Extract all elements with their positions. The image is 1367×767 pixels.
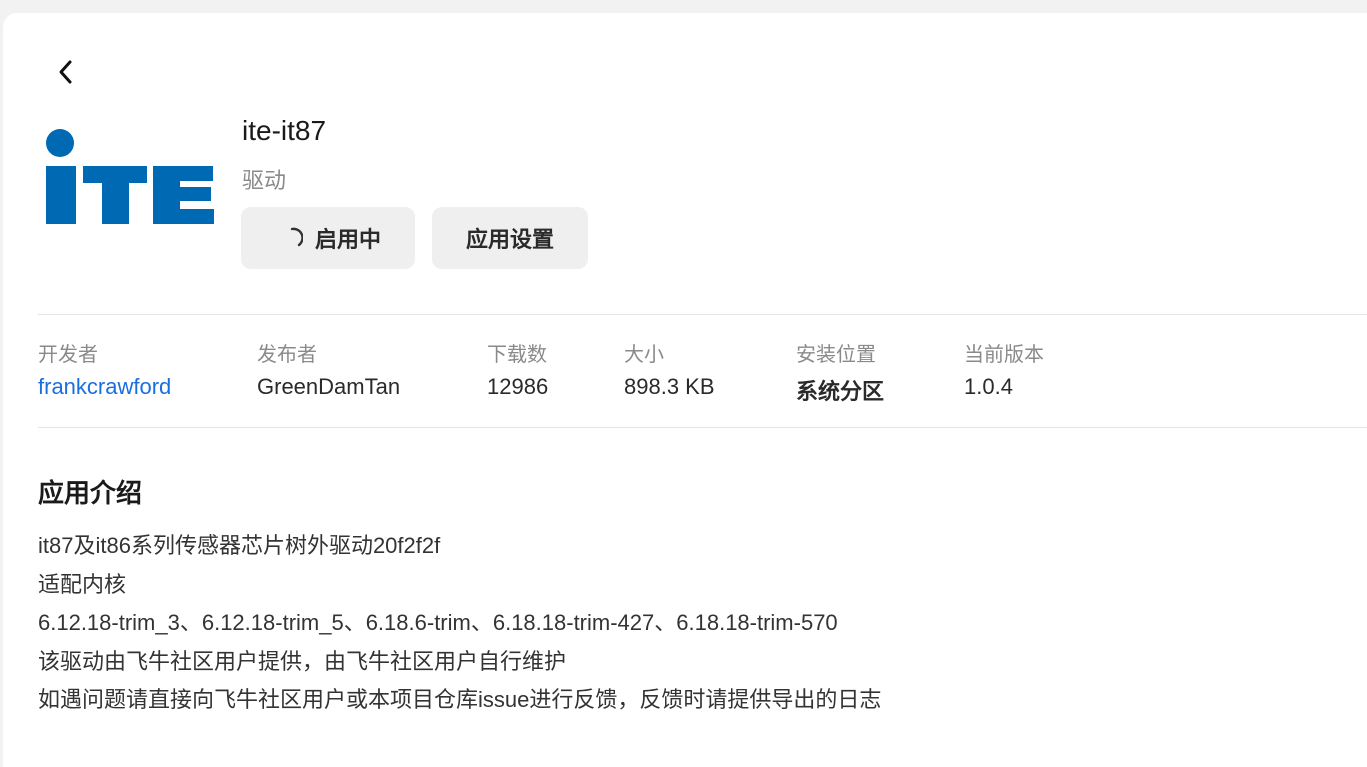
- app-settings-label: 应用设置: [465, 227, 554, 252]
- meta-label: 当前版本: [964, 344, 1044, 366]
- divider: [38, 314, 1367, 315]
- meta-label: 安装位置: [796, 344, 876, 366]
- meta-install-location: 安装位置 系统分区: [796, 338, 884, 406]
- app-detail-panel: ite-it87 驱动 启用中 应用设置 开发者 frankcrawford 发…: [3, 13, 1367, 767]
- meta-publisher: 发布者 GreenDamTan: [257, 338, 400, 400]
- meta-downloads: 下载数 12986: [487, 338, 548, 400]
- meta-size: 大小 898.3 KB: [624, 338, 715, 400]
- intro-line: 6.12.18-trim_3、6.12.18-trim_5、6.18.6-tri…: [38, 610, 838, 635]
- chevron-left-icon: [59, 60, 72, 84]
- meta-label: 下载数: [487, 344, 547, 366]
- meta-value: 898.3 KB: [624, 374, 715, 399]
- meta-value: GreenDamTan: [257, 374, 401, 399]
- loading-spinner-icon: [290, 227, 303, 247]
- meta-label: 开发者: [38, 344, 98, 366]
- intro-title: 应用介绍: [38, 478, 143, 508]
- meta-label: 发布者: [257, 344, 317, 366]
- meta-value: 12986: [487, 374, 549, 399]
- app-title: ite-it87: [242, 115, 327, 146]
- meta-developer: 开发者 frankcrawford: [38, 338, 171, 400]
- intro-line: 适配内核: [38, 571, 127, 597]
- app-settings-button[interactable]: 应用设置: [432, 207, 588, 269]
- enable-status-button[interactable]: 启用中: [241, 207, 415, 269]
- meta-value: 1.0.4: [964, 374, 1013, 399]
- enable-status-label: 启用中: [314, 227, 381, 252]
- intro-line: 该驱动由飞牛社区用户提供，由飞牛社区用户自行维护: [38, 648, 567, 674]
- back-button[interactable]: [51, 57, 81, 87]
- meta-version: 当前版本 1.0.4: [964, 338, 1044, 400]
- app-logo: [43, 128, 217, 228]
- meta-label: 大小: [624, 344, 664, 366]
- intro-line: it87及it86系列传感器芯片树外驱动20f2f2f: [38, 533, 441, 558]
- intro-description: it87及it86系列传感器芯片树外驱动20f2f2f 适配内核 6.12.18…: [38, 527, 881, 720]
- intro-line: 如遇问题请直接向飞牛社区用户或本项目仓库issue进行反馈，反馈时请提供导出的日…: [38, 687, 882, 712]
- developer-link[interactable]: frankcrawford: [38, 374, 171, 400]
- meta-value: 系统分区: [796, 379, 885, 404]
- app-category: 驱动: [242, 168, 287, 193]
- divider: [38, 427, 1367, 428]
